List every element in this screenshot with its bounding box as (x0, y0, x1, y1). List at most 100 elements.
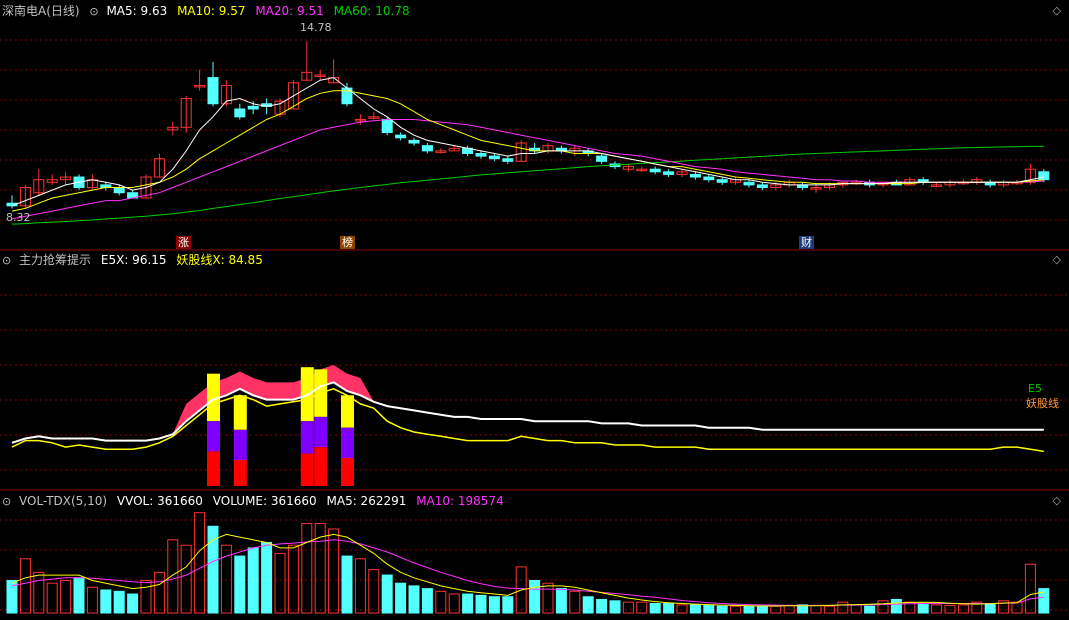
candle-body (663, 171, 675, 175)
volume-bar (743, 605, 755, 614)
volume-bar (944, 604, 956, 614)
yao-series-label: 妖股线 (1026, 397, 1059, 410)
volume-name: VOL-TDX(5,10) (19, 494, 108, 508)
signal-bar-purple (314, 416, 328, 448)
diamond-icon[interactable]: ◇ (1053, 4, 1061, 17)
volume-bar (194, 512, 206, 614)
price-title: 深南电A(日线) (2, 4, 80, 18)
volume-bar (957, 604, 969, 614)
candle-body (502, 158, 514, 162)
candle-body (689, 173, 701, 178)
volume-bar (113, 590, 125, 614)
volume-ma10: MA10: 198574 (416, 494, 504, 508)
volume-bar (502, 596, 514, 614)
price-ma5: MA5: 9.63 (106, 4, 168, 18)
volume-vvol: VVOL: 361660 (116, 494, 203, 508)
volume-bar (649, 603, 661, 614)
indicator-header: ⊙ 主力抢筹提示 E5X: 96.15 妖股线X: 84.85 (2, 252, 269, 268)
ma5-line (11, 77, 1044, 207)
volume-bar (676, 604, 688, 614)
signal-bar-red (233, 460, 247, 486)
volume-bar (984, 603, 996, 614)
low-price-label: 8.32 (6, 211, 31, 224)
volume-bar (1024, 563, 1036, 614)
candle-body (113, 187, 125, 194)
candle-body (408, 139, 420, 144)
volume-bar (609, 600, 621, 614)
signal-bar-red (207, 451, 220, 486)
signal-bar-purple (233, 429, 247, 461)
price-ma20: MA20: 9.51 (255, 4, 324, 18)
signal-bar-red (300, 453, 314, 486)
signal-bar-red (314, 447, 328, 486)
volume-bar (810, 604, 822, 614)
price-ma60: MA60: 10.78 (333, 4, 410, 18)
volume-bar (408, 585, 420, 614)
volume-header: ⊙ VOL-TDX(5,10) VVOL: 361660 VOLUME: 361… (2, 493, 510, 509)
candle-body (475, 152, 487, 157)
chart-canvas (0, 39, 1069, 614)
candle-body (234, 108, 246, 118)
volume-bar (247, 547, 259, 614)
candle-body (716, 179, 728, 183)
circle-collapse-icon[interactable]: ⊙ (2, 254, 11, 267)
event-tag-cai[interactable]: 财 (799, 236, 814, 249)
candle-body (488, 155, 500, 160)
diamond-icon[interactable]: ◇ (1053, 253, 1061, 266)
volume-bar (1011, 601, 1023, 614)
signal-bar-purple (300, 421, 314, 454)
candle-body (596, 155, 608, 162)
volume-bar (127, 593, 139, 614)
circle-collapse-icon[interactable]: ⊙ (2, 495, 11, 508)
volume-bar (850, 604, 862, 614)
high-price-annotation: 14.78 (300, 21, 332, 34)
volume-bar (917, 603, 929, 614)
volume-bar (234, 555, 246, 614)
volume-bar (381, 574, 393, 614)
chart-stage: 深南电A(日线) ⊙ MA5: 9.63 MA10: 9.57 MA20: 9.… (0, 0, 1069, 616)
volume-bar (100, 589, 112, 614)
price-ma10: MA10: 9.57 (177, 4, 246, 18)
ma20-line (11, 119, 1044, 220)
volume-bar (529, 579, 541, 614)
price-header: 深南电A(日线) ⊙ MA5: 9.63 MA10: 9.57 MA20: 9.… (2, 3, 416, 19)
candle-body (1038, 171, 1050, 181)
event-tag-zhang[interactable]: 涨 (176, 236, 191, 249)
volume-bar (756, 605, 768, 614)
signal-bar-red (341, 457, 354, 486)
volume-bar (475, 594, 487, 614)
signal-bar-yellow (341, 395, 354, 428)
candle-body (207, 77, 219, 105)
volume-bar (689, 604, 701, 614)
volume-bar (60, 579, 72, 614)
e5-line (11, 381, 1044, 444)
signal-bar-purple (207, 421, 220, 452)
volume-bar (328, 528, 340, 614)
volume-bar (153, 571, 165, 614)
volume-bar (542, 582, 554, 614)
volume-bar (703, 604, 715, 614)
low-price-annotation: 8.32 (6, 211, 31, 224)
volume-bar (596, 598, 608, 614)
volume-bar (636, 601, 648, 614)
volume-bar (622, 601, 634, 614)
volume-bar (33, 571, 45, 614)
volume-bar (582, 596, 594, 614)
circle-collapse-icon[interactable]: ⊙ (89, 5, 98, 18)
candle-body (649, 168, 661, 173)
indicator-e5x: E5X: 96.15 (100, 253, 167, 267)
volume-bar (274, 552, 286, 614)
volume-bar (354, 558, 366, 614)
volume-bar (73, 577, 85, 614)
candle-body (421, 145, 433, 152)
volume-bar (46, 582, 58, 614)
diamond-icon[interactable]: ◇ (1053, 494, 1061, 507)
event-tag-bang[interactable]: 榜 (340, 236, 355, 249)
volume-bar (877, 600, 889, 614)
e5-series-label: E5 (1028, 382, 1042, 395)
volume-bar (140, 579, 152, 614)
volume-bar (864, 605, 876, 614)
volume-bar (555, 588, 567, 614)
volume-bar (368, 569, 380, 614)
vol-ma5-line (11, 533, 1044, 607)
